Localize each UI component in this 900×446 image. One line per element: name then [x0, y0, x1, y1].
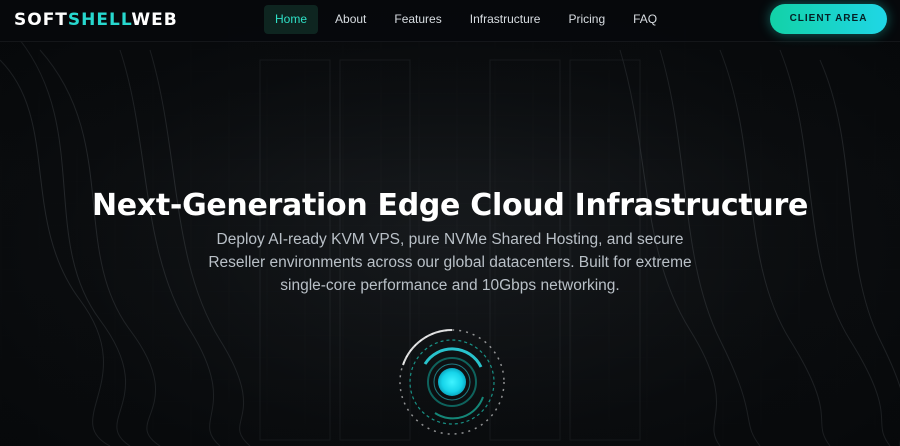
nav-item-pricing[interactable]: Pricing: [557, 5, 616, 34]
main-nav: Home About Features Infrastructure Prici…: [264, 5, 674, 34]
navbar: SOFTSHELLWEB Home About Features Infrast…: [0, 0, 900, 42]
logo-text-web: WEB: [131, 10, 178, 30]
hero-subtitle: Deploy AI-ready KVM VPS, pure NVMe Share…: [208, 231, 692, 294]
logo[interactable]: SOFTSHELLWEB: [14, 10, 178, 30]
nav-item-about[interactable]: About: [324, 5, 377, 34]
nav-item-infrastructure[interactable]: Infrastructure: [459, 5, 552, 34]
hero-title: Next-Generation Edge Cloud Infrastructur…: [91, 188, 809, 223]
logo-text-soft: SOFT: [14, 10, 68, 30]
nav-item-faq[interactable]: FAQ: [622, 5, 668, 34]
radar-pulse-icon: [399, 329, 505, 435]
nav-item-features[interactable]: Features: [383, 5, 452, 34]
logo-text-shell: SHELL: [67, 10, 132, 30]
hero-page: SOFTSHELLWEB Home About Features Infrast…: [0, 0, 900, 446]
client-area-button[interactable]: CLIENT AREA: [770, 4, 887, 34]
nav-item-home[interactable]: Home: [264, 5, 319, 34]
